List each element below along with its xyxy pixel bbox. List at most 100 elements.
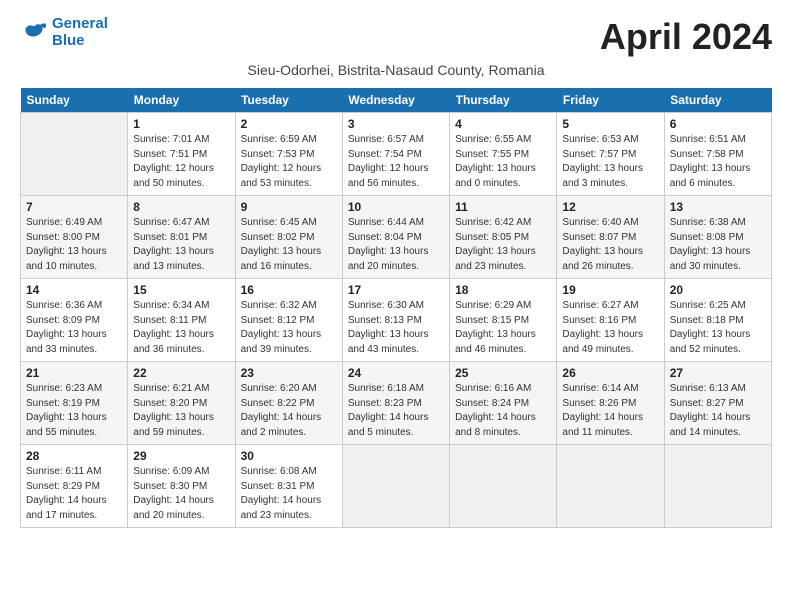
header-friday: Friday xyxy=(557,88,664,113)
day-number: 4 xyxy=(455,117,551,131)
day-number: 24 xyxy=(348,366,444,380)
logo: General Blue xyxy=(20,16,108,49)
header: General Blue April 2024 xyxy=(20,16,772,58)
day-info: Sunrise: 6:40 AMSunset: 8:07 PMDaylight:… xyxy=(562,216,658,274)
calendar-cell: 15Sunrise: 6:34 AMSunset: 8:11 PMDayligh… xyxy=(128,279,235,362)
day-number: 5 xyxy=(562,117,658,131)
day-number: 18 xyxy=(455,283,551,297)
day-number: 11 xyxy=(455,200,551,214)
calendar-cell: 19Sunrise: 6:27 AMSunset: 8:16 PMDayligh… xyxy=(557,279,664,362)
day-number: 22 xyxy=(133,366,229,380)
calendar-cell: 9 Sunrise: 6:45 AMSunset: 8:02 PMDaylight… xyxy=(235,196,342,279)
logo-text: General Blue xyxy=(52,16,108,49)
calendar-cell: 30 Sunrise: 6:08 AMSunset: 8:31 PMDayligh… xyxy=(235,445,342,528)
day-info: Sunrise: 6:51 AMSunset: 7:58 PMDaylight:… xyxy=(670,133,766,191)
calendar-cell: 11 Sunrise: 6:42 AMSunset: 8:05 PMDayligh… xyxy=(450,196,557,279)
day-info: Sunrise: 6:55 AMSunset: 7:55 PMDaylight:… xyxy=(455,133,551,191)
calendar-cell xyxy=(450,445,557,528)
calendar-week-row: 28 Sunrise: 6:11 AMSunset: 8:29 PMDayligh… xyxy=(21,445,772,528)
day-number: 27 xyxy=(670,366,766,380)
calendar-cell: 22 Sunrise: 6:21 AMSunset: 8:20 PMDayligh… xyxy=(128,362,235,445)
calendar-cell: 3 Sunrise: 6:57 AMSunset: 7:54 PMDaylight… xyxy=(342,113,449,196)
calendar-cell: 25 Sunrise: 6:16 AMSunset: 8:24 PMDayligh… xyxy=(450,362,557,445)
day-number: 25 xyxy=(455,366,551,380)
calendar-cell: 6 Sunrise: 6:51 AMSunset: 7:58 PMDaylight… xyxy=(664,113,771,196)
day-number: 29 xyxy=(133,449,229,463)
day-info: Sunrise: 6:34 AMSunset: 8:11 PMDaylight:… xyxy=(133,299,229,357)
calendar-header-row: SundayMondayTuesdayWednesdayThursdayFrid… xyxy=(21,88,772,113)
calendar-cell: 24 Sunrise: 6:18 AMSunset: 8:23 PMDayligh… xyxy=(342,362,449,445)
day-number: 16 xyxy=(241,283,337,297)
day-info: Sunrise: 6:45 AMSunset: 8:02 PMDaylight:… xyxy=(241,216,337,274)
calendar-cell: 28 Sunrise: 6:11 AMSunset: 8:29 PMDayligh… xyxy=(21,445,128,528)
calendar-cell: 21 Sunrise: 6:23 AMSunset: 8:19 PMDayligh… xyxy=(21,362,128,445)
calendar-cell: 8 Sunrise: 6:47 AMSunset: 8:01 PMDaylight… xyxy=(128,196,235,279)
calendar-cell xyxy=(21,113,128,196)
day-info: Sunrise: 7:01 AMSunset: 7:51 PMDaylight:… xyxy=(133,133,229,191)
day-number: 30 xyxy=(241,449,337,463)
day-info: Sunrise: 6:23 AMSunset: 8:19 PMDaylight:… xyxy=(26,382,122,440)
day-number: 10 xyxy=(348,200,444,214)
calendar-cell: 16 Sunrise: 6:32 AMSunset: 8:12 PMDayligh… xyxy=(235,279,342,362)
day-number: 20 xyxy=(670,283,766,297)
day-number: 14 xyxy=(26,283,122,297)
day-number: 7 xyxy=(26,200,122,214)
day-info: Sunrise: 6:47 AMSunset: 8:01 PMDaylight:… xyxy=(133,216,229,274)
day-info: Sunrise: 6:16 AMSunset: 8:24 PMDaylight:… xyxy=(455,382,551,440)
day-info: Sunrise: 6:53 AMSunset: 7:57 PMDaylight:… xyxy=(562,133,658,191)
calendar-cell: 5 Sunrise: 6:53 AMSunset: 7:57 PMDaylight… xyxy=(557,113,664,196)
day-info: Sunrise: 6:14 AMSunset: 8:26 PMDaylight:… xyxy=(562,382,658,440)
day-info: Sunrise: 6:49 AMSunset: 8:00 PMDaylight:… xyxy=(26,216,122,274)
day-number: 1 xyxy=(133,117,229,131)
day-number: 9 xyxy=(241,200,337,214)
day-info: Sunrise: 6:42 AMSunset: 8:05 PMDaylight:… xyxy=(455,216,551,274)
calendar-cell: 23 Sunrise: 6:20 AMSunset: 8:22 PMDayligh… xyxy=(235,362,342,445)
day-number: 6 xyxy=(670,117,766,131)
day-info: Sunrise: 6:21 AMSunset: 8:20 PMDaylight:… xyxy=(133,382,229,440)
day-number: 21 xyxy=(26,366,122,380)
calendar-cell: 20 Sunrise: 6:25 AMSunset: 8:18 PMDayligh… xyxy=(664,279,771,362)
day-number: 3 xyxy=(348,117,444,131)
header-wednesday: Wednesday xyxy=(342,88,449,113)
calendar-cell xyxy=(664,445,771,528)
day-info: Sunrise: 6:20 AMSunset: 8:22 PMDaylight:… xyxy=(241,382,337,440)
calendar-cell xyxy=(342,445,449,528)
calendar-week-row: 7 Sunrise: 6:49 AMSunset: 8:00 PMDaylight… xyxy=(21,196,772,279)
day-info: Sunrise: 6:25 AMSunset: 8:18 PMDaylight:… xyxy=(670,299,766,357)
day-info: Sunrise: 6:32 AMSunset: 8:12 PMDaylight:… xyxy=(241,299,337,357)
day-info: Sunrise: 6:11 AMSunset: 8:29 PMDaylight:… xyxy=(26,465,122,523)
calendar-week-row: 21 Sunrise: 6:23 AMSunset: 8:19 PMDayligh… xyxy=(21,362,772,445)
calendar-cell: 18Sunrise: 6:29 AMSunset: 8:15 PMDayligh… xyxy=(450,279,557,362)
calendar-week-row: 14 Sunrise: 6:36 AMSunset: 8:09 PMDayligh… xyxy=(21,279,772,362)
calendar-cell: 10 Sunrise: 6:44 AMSunset: 8:04 PMDayligh… xyxy=(342,196,449,279)
calendar-cell: 4 Sunrise: 6:55 AMSunset: 7:55 PMDaylight… xyxy=(450,113,557,196)
day-info: Sunrise: 6:08 AMSunset: 8:31 PMDaylight:… xyxy=(241,465,337,523)
calendar-cell: 17 Sunrise: 6:30 AMSunset: 8:13 PMDayligh… xyxy=(342,279,449,362)
calendar-cell: 29 Sunrise: 6:09 AMSunset: 8:30 PMDayligh… xyxy=(128,445,235,528)
day-number: 23 xyxy=(241,366,337,380)
day-info: Sunrise: 6:57 AMSunset: 7:54 PMDaylight:… xyxy=(348,133,444,191)
day-number: 8 xyxy=(133,200,229,214)
day-number: 17 xyxy=(348,283,444,297)
calendar-cell: 12 Sunrise: 6:40 AMSunset: 8:07 PMDayligh… xyxy=(557,196,664,279)
day-info: Sunrise: 6:27 AMSunset: 8:16 PMDaylight:… xyxy=(562,299,658,357)
day-number: 12 xyxy=(562,200,658,214)
day-number: 13 xyxy=(670,200,766,214)
day-info: Sunrise: 6:09 AMSunset: 8:30 PMDaylight:… xyxy=(133,465,229,523)
day-info: Sunrise: 6:30 AMSunset: 8:13 PMDaylight:… xyxy=(348,299,444,357)
header-saturday: Saturday xyxy=(664,88,771,113)
calendar-cell: 7 Sunrise: 6:49 AMSunset: 8:00 PMDaylight… xyxy=(21,196,128,279)
calendar-cell: 14 Sunrise: 6:36 AMSunset: 8:09 PMDayligh… xyxy=(21,279,128,362)
day-info: Sunrise: 6:59 AMSunset: 7:53 PMDaylight:… xyxy=(241,133,337,191)
day-info: Sunrise: 6:18 AMSunset: 8:23 PMDaylight:… xyxy=(348,382,444,440)
day-info: Sunrise: 6:44 AMSunset: 8:04 PMDaylight:… xyxy=(348,216,444,274)
calendar-cell xyxy=(557,445,664,528)
day-number: 26 xyxy=(562,366,658,380)
location-subtitle: Sieu-Odorhei, Bistrita-Nasaud County, Ro… xyxy=(20,62,772,78)
day-number: 28 xyxy=(26,449,122,463)
page-title: April 2024 xyxy=(600,16,772,58)
calendar-table: SundayMondayTuesdayWednesdayThursdayFrid… xyxy=(20,88,772,528)
day-info: Sunrise: 6:36 AMSunset: 8:09 PMDaylight:… xyxy=(26,299,122,357)
calendar-cell: 1 Sunrise: 7:01 AMSunset: 7:51 PMDaylight… xyxy=(128,113,235,196)
header-monday: Monday xyxy=(128,88,235,113)
